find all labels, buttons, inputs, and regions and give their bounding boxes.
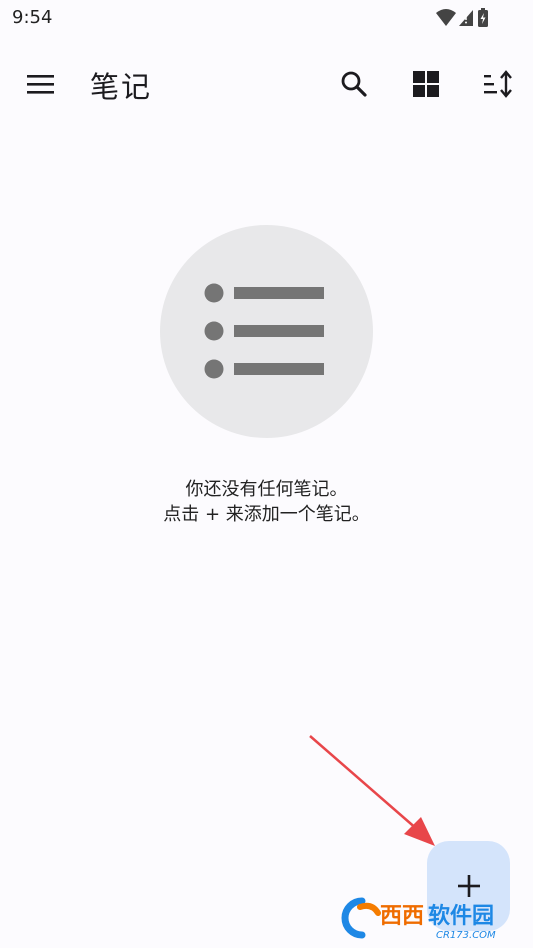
page-title: 笔记 [90,70,153,104]
status-time: 9:54 [12,7,53,28]
battery-icon [478,8,488,27]
svg-text:CR173.COM: CR173.COM [436,930,496,941]
annotation-arrow [309,735,435,846]
empty-notes-illustration [160,225,373,438]
empty-message-line-1: 你还没有任何笔记。 [185,479,348,500]
watermark-logo: 西西 软件园 CR173.COM [332,893,527,947]
sort-icon[interactable] [474,60,522,108]
top-app-bar: 笔记 [0,50,533,118]
signal-icon [459,10,473,26]
status-icons [433,6,495,34]
wifi-icon [436,9,456,26]
search-icon[interactable] [330,60,378,108]
empty-message-line-2: 点击 + 来添加一个笔记。 [163,504,370,525]
svg-text:软件园: 软件园 [428,903,494,929]
list-icon [204,283,324,379]
menu-icon[interactable] [17,60,65,108]
grid-view-icon[interactable] [402,60,450,108]
svg-text:西西: 西西 [380,904,424,929]
status-bar: 9:54 [0,0,533,36]
